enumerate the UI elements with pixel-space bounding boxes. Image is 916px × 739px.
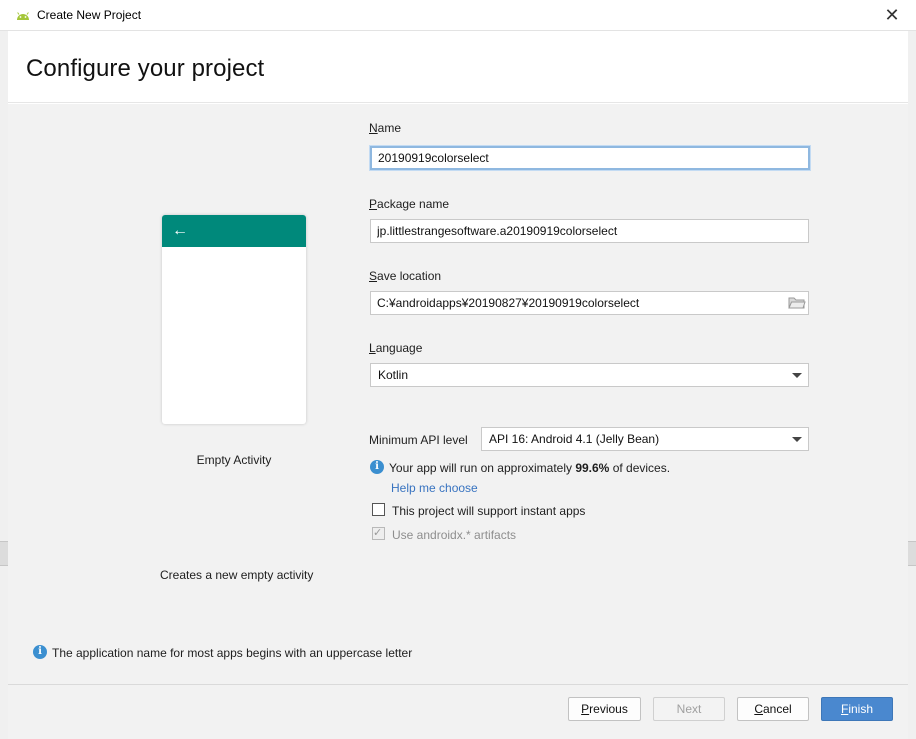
min-api-label: Minimum API level: [369, 433, 468, 447]
android-icon: [17, 12, 29, 20]
next-button[interactable]: Next: [653, 697, 725, 721]
previous-button[interactable]: Previous: [568, 697, 641, 721]
folder-icon[interactable]: [788, 296, 806, 310]
api-coverage-percent: 99.6%: [575, 461, 610, 475]
name-input[interactable]: [370, 146, 810, 170]
save-location-input[interactable]: [370, 291, 809, 315]
dialog-frame-left: [0, 31, 8, 739]
title-bar: Create New Project ✕: [0, 0, 916, 31]
back-arrow-icon: ←: [172, 222, 188, 239]
dialog-content: ← Empty Activity Creates a new empty act…: [8, 104, 908, 684]
hint-text: The application name for most apps begin…: [52, 646, 413, 660]
help-me-choose-link[interactable]: Help me choose: [391, 481, 478, 495]
activity-preview: ←: [162, 215, 306, 424]
dialog-header: Configure your project: [8, 31, 908, 103]
package-name-label: Package name: [369, 197, 450, 211]
info-icon: i: [370, 460, 384, 474]
chevron-down-icon: [792, 437, 802, 442]
androidx-label: Use androidx.* artifacts: [392, 528, 517, 542]
package-name-input[interactable]: [370, 219, 809, 243]
window-title: Create New Project: [37, 8, 142, 22]
name-label: Name: [369, 121, 402, 135]
finish-button[interactable]: Finish: [821, 697, 893, 721]
template-name: Empty Activity: [196, 453, 272, 467]
language-label: Language: [369, 341, 423, 355]
instant-apps-label: This project will support instant apps: [392, 504, 586, 518]
save-location-label: Save location: [369, 269, 442, 283]
min-api-select[interactable]: API 16: Android 4.1 (Jelly Bean): [481, 427, 809, 451]
min-api-value: API 16: Android 4.1 (Jelly Bean): [489, 432, 660, 446]
page-title: Configure your project: [26, 55, 265, 82]
checkmark-icon: ✓: [373, 527, 383, 539]
language-value: Kotlin: [378, 368, 409, 382]
dialog-footer: Previous Next Cancel Finish: [8, 684, 908, 739]
background-strip-right: [908, 541, 916, 566]
chevron-down-icon: [792, 373, 802, 378]
api-coverage-text: Your app will run on approximately 99.6%…: [389, 461, 671, 475]
instant-apps-checkbox[interactable]: [372, 503, 385, 516]
androidx-checkbox: ✓: [372, 527, 385, 540]
background-strip-left: [0, 541, 8, 566]
cancel-button[interactable]: Cancel: [737, 697, 809, 721]
preview-app-bar: ←: [162, 215, 306, 247]
close-icon[interactable]: ✕: [880, 4, 904, 26]
template-description: Creates a new empty activity: [160, 568, 314, 582]
language-select[interactable]: Kotlin: [370, 363, 809, 387]
info-icon: i: [33, 645, 47, 659]
dialog-frame-right: [908, 31, 916, 739]
